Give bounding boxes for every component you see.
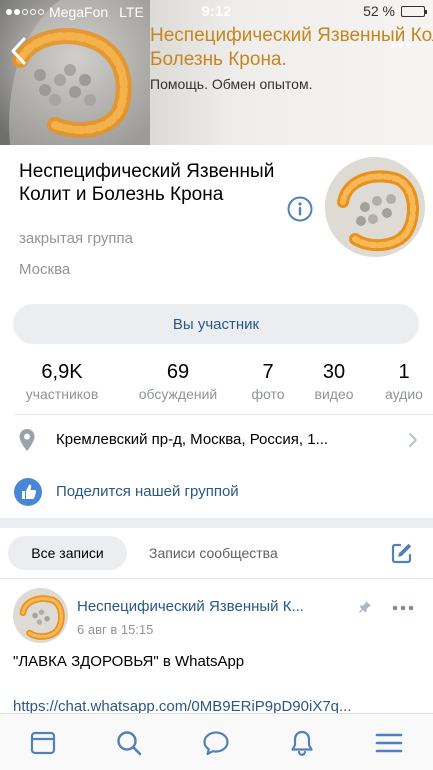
post-more-icon[interactable] [392,605,414,611]
location-pin-icon [19,429,35,451]
edit-post-icon[interactable] [391,542,413,564]
section-separator [0,518,433,528]
cover-subtitle: Помощь. Обмен опытом. [150,76,313,92]
pinned-icon [359,601,371,613]
share-group-link: Поделится нашей группой [56,483,239,500]
counters: 6,9K участников 69 обсуждений 7 фото 30 … [0,360,433,408]
address-row[interactable]: Кремлевский пр-д, Москва, Россия, 1... [0,420,433,460]
thumbs-up-icon [14,478,42,506]
post-date: 6 авг в 15:15 [77,622,154,637]
counter-audio[interactable]: 1 аудио [376,360,432,404]
divider [14,414,433,415]
post-author-avatar[interactable] [13,588,68,643]
group-cover: MegaFon LTE 9:12 52 % Неспецифический Яз… [0,0,433,145]
notifications-icon[interactable] [288,729,316,757]
tab-all-posts[interactable]: Все записи [8,536,127,570]
menu-icon[interactable] [375,729,403,757]
battery-percent: 52 % [363,3,395,19]
counter-members[interactable]: 6,9K участников [14,360,110,404]
group-type: закрытая группа [19,230,133,247]
bottom-nav [0,713,433,770]
counter-videos[interactable]: 30 видео [305,360,363,404]
wall-tabs: Все записи Записи сообщества [0,528,433,578]
news-icon[interactable] [29,729,57,757]
battery-icon [401,5,427,17]
member-button[interactable]: Вы участник [13,304,419,344]
post-author-name[interactable]: Неспецифический Язвенный К... [77,598,355,615]
intestine-avatar-image [13,588,68,643]
search-icon[interactable] [115,729,143,757]
post-text: "ЛАВКА ЗДОРОВЬЯ" в WhatsApp [13,653,245,670]
status-bar: MegaFon LTE 9:12 52 % [0,0,433,22]
info-icon[interactable] [287,196,313,222]
more-options-icon[interactable] [389,40,413,50]
group-city: Москва [19,261,71,278]
share-group-row[interactable]: Поделится нашей группой [0,472,433,512]
counter-photos[interactable]: 7 фото [243,360,293,404]
counter-discussions[interactable]: 69 обсуждений [126,360,230,404]
address-text: Кремлевский пр-д, Москва, Россия, 1... [56,431,329,448]
tab-community-posts[interactable]: Записи сообщества [149,545,278,561]
intestine-avatar-image [325,157,425,257]
group-title: Неспецифический Язвенный Колит и Болезнь… [19,161,275,205]
chevron-right-icon [409,433,417,447]
divider [0,578,433,579]
group-avatar[interactable] [325,157,425,257]
messages-icon[interactable] [202,729,230,757]
back-icon[interactable] [8,36,30,66]
